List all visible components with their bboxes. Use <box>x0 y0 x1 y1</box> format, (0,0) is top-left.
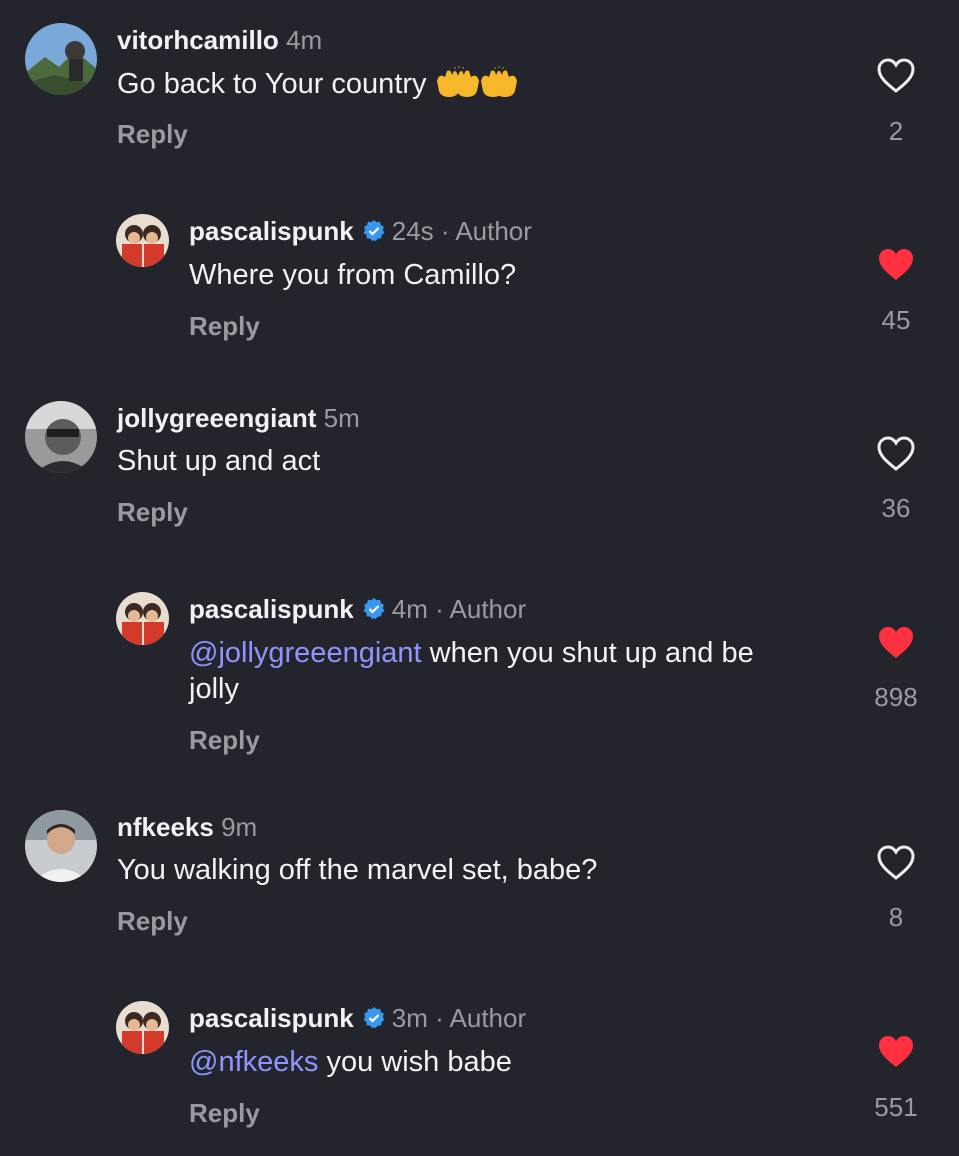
reply-button[interactable]: Reply <box>117 119 188 149</box>
comment-header: nfkeeks 9m <box>117 812 257 842</box>
avatar[interactable] <box>116 592 169 645</box>
comment-text: Shut up and act <box>117 445 321 477</box>
username[interactable]: nfkeeks <box>117 812 214 842</box>
timestamp: 24s · Author <box>391 216 532 246</box>
timestamp: 9m <box>221 812 258 842</box>
mention-link[interactable]: @jollygreeengiant <box>189 637 422 669</box>
reply-button[interactable]: Reply <box>189 725 260 755</box>
heart-filled-icon[interactable] <box>876 247 916 283</box>
timestamp: 4m <box>286 25 323 55</box>
timestamp: 4m · Author <box>391 594 527 624</box>
avatar[interactable] <box>116 1001 169 1054</box>
comment-header: pascalispunk 3m · Author <box>189 1003 526 1036</box>
comment-text: Go back to Your country <box>117 65 519 108</box>
comment-text: You walking off the marvel set, babe? <box>117 854 598 886</box>
reply-button[interactable]: Reply <box>189 311 260 341</box>
verified-badge-icon <box>362 597 386 627</box>
comment-header: pascalispunk 24s · Author <box>189 216 532 249</box>
username[interactable]: pascalispunk <box>189 216 354 246</box>
reply-button[interactable]: Reply <box>117 906 188 936</box>
comment-text: @jollygreeengiant when you shut up and b… <box>189 637 754 705</box>
comment-header: pascalispunk 4m · Author <box>189 594 526 627</box>
username[interactable]: pascalispunk <box>189 1003 354 1033</box>
comment-text: @nfkeeks you wish babe <box>189 1046 512 1078</box>
like-count: 45 <box>881 305 911 335</box>
comment-header: vitorhcamillo 4m <box>117 25 322 55</box>
like-count: 8 <box>888 902 904 932</box>
mention-link[interactable]: @nfkeeks <box>189 1046 318 1078</box>
like-count: 36 <box>881 493 911 523</box>
verified-badge-icon <box>362 1006 386 1036</box>
timestamp: 3m · Author <box>391 1003 527 1033</box>
heart-filled-icon[interactable] <box>876 1034 916 1070</box>
like-count: 898 <box>874 682 918 712</box>
heart-filled-icon[interactable] <box>876 625 916 661</box>
heart-outline-icon[interactable] <box>876 58 916 94</box>
username[interactable]: jollygreeengiant <box>117 403 316 433</box>
heart-outline-icon[interactable] <box>876 436 916 472</box>
avatar[interactable] <box>116 214 169 267</box>
raising-hands-emoji <box>433 65 519 108</box>
timestamp: 5m <box>323 403 360 433</box>
reply-button[interactable]: Reply <box>189 1098 260 1128</box>
avatar[interactable] <box>25 23 97 95</box>
comment-text: Where you from Camillo? <box>189 259 517 291</box>
comment-header: jollygreeengiant 5m <box>117 403 360 433</box>
verified-badge-icon <box>362 219 386 249</box>
avatar[interactable] <box>25 401 97 473</box>
like-count: 2 <box>888 116 904 146</box>
username[interactable]: vitorhcamillo <box>117 25 279 55</box>
reply-button[interactable]: Reply <box>117 497 188 527</box>
username[interactable]: pascalispunk <box>189 594 354 624</box>
like-count: 551 <box>874 1092 918 1122</box>
comments-screen: vitorhcamillo 4m Go back to Your country <box>0 0 959 1156</box>
avatar[interactable] <box>25 810 97 882</box>
heart-outline-icon[interactable] <box>876 845 916 881</box>
